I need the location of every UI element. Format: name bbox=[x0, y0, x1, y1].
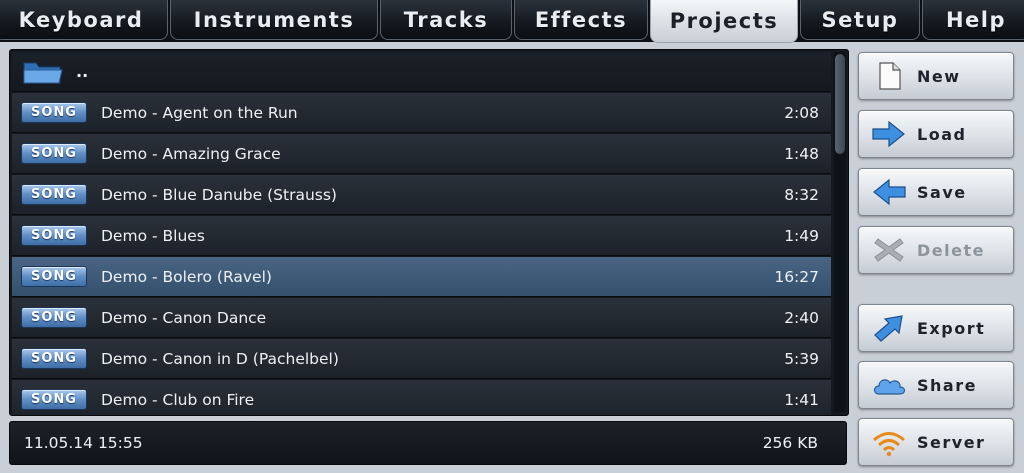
tab-tracks[interactable]: Tracks bbox=[380, 0, 512, 40]
file-info-bar: 11.05.14 15:55 256 KB bbox=[9, 421, 847, 465]
file-datetime: 11.05.14 15:55 bbox=[24, 434, 143, 452]
list-item[interactable]: SONG Demo - Blues 1:49 bbox=[12, 216, 831, 256]
parent-folder-label: .. bbox=[76, 62, 89, 81]
export-button-label: Export bbox=[917, 318, 986, 338]
wifi-icon bbox=[873, 432, 905, 457]
tab-effects[interactable]: Effects bbox=[514, 0, 648, 40]
list-item-name: Demo - Amazing Grace bbox=[101, 144, 281, 163]
tab-bar: Keyboard Instruments Tracks Effects Proj… bbox=[0, 0, 1024, 43]
cloud-icon bbox=[873, 379, 906, 395]
arrow-left-icon bbox=[873, 178, 906, 206]
tab-keyboard[interactable]: Keyboard bbox=[0, 0, 168, 40]
list-item-duration: 8:32 bbox=[784, 185, 819, 204]
list-item-name: Demo - Agent on the Run bbox=[101, 103, 298, 122]
list-item-duration: 1:49 bbox=[784, 226, 819, 245]
delete-button[interactable]: Delete bbox=[858, 226, 1014, 274]
tab-setup[interactable]: Setup bbox=[800, 0, 920, 40]
song-badge-icon: SONG bbox=[21, 143, 87, 164]
song-badge-icon: SONG bbox=[21, 389, 87, 410]
list-item-name: Demo - Blues bbox=[101, 226, 205, 245]
song-badge-icon: SONG bbox=[21, 102, 87, 123]
server-button-label: Server bbox=[917, 432, 986, 452]
save-button[interactable]: Save bbox=[858, 168, 1014, 216]
load-button-label: Load bbox=[917, 124, 967, 144]
list-item-duration: 5:39 bbox=[784, 349, 819, 368]
list-item[interactable]: SONG Demo - Club on Fire 1:41 bbox=[12, 380, 831, 415]
new-button-label: New bbox=[917, 66, 961, 86]
folder-icon bbox=[23, 62, 63, 83]
new-button[interactable]: New bbox=[858, 52, 1014, 100]
list-item[interactable]: SONG Demo - Canon Dance 2:40 bbox=[12, 298, 831, 338]
list-item-name: Demo - Club on Fire bbox=[101, 390, 255, 409]
list-item-duration: 16:27 bbox=[774, 267, 819, 286]
tab-instruments[interactable]: Instruments bbox=[170, 0, 378, 40]
new-document-icon bbox=[879, 62, 901, 90]
list-item-duration: 1:48 bbox=[784, 144, 819, 163]
song-badge-icon: SONG bbox=[21, 266, 87, 287]
arrow-right-icon bbox=[872, 120, 905, 148]
list-item[interactable]: SONG Demo - Blue Danube (Strauss) 8:32 bbox=[12, 175, 831, 215]
save-button-label: Save bbox=[917, 182, 967, 202]
list-item[interactable]: SONG Demo - Amazing Grace 1:48 bbox=[12, 134, 831, 174]
list-scrollbar[interactable] bbox=[834, 52, 846, 412]
list-item-name: Demo - Bolero (Ravel) bbox=[101, 267, 272, 286]
load-button[interactable]: Load bbox=[858, 110, 1014, 158]
tab-help[interactable]: Help bbox=[922, 0, 1024, 40]
parent-folder-row[interactable]: .. bbox=[12, 52, 831, 92]
project-file-list[interactable]: .. SONG Demo - Agent on the Run 2:08 SON… bbox=[9, 49, 849, 416]
song-badge-icon: SONG bbox=[21, 225, 87, 246]
scrollbar-thumb[interactable] bbox=[835, 54, 845, 154]
list-item-name: Demo - Canon Dance bbox=[101, 308, 267, 327]
list-item-duration: 2:40 bbox=[784, 308, 819, 327]
file-size: 256 KB bbox=[762, 434, 818, 452]
list-item[interactable]: SONG Demo - Agent on the Run 2:08 bbox=[12, 93, 831, 133]
song-badge-icon: SONG bbox=[21, 184, 87, 205]
x-icon bbox=[874, 238, 904, 262]
list-item[interactable]: SONG Demo - Canon in D (Pachelbel) 5:39 bbox=[12, 339, 831, 379]
list-item-duration: 1:41 bbox=[784, 390, 819, 409]
export-button[interactable]: Export bbox=[858, 304, 1014, 352]
delete-button-label: Delete bbox=[917, 240, 985, 260]
list-item-name: Demo - Blue Danube (Strauss) bbox=[101, 185, 337, 204]
share-button-label: Share bbox=[917, 375, 977, 395]
list-item-duration: 2:08 bbox=[784, 103, 819, 122]
list-item-name: Demo - Canon in D (Pachelbel) bbox=[101, 349, 339, 368]
arrow-up-right-icon bbox=[874, 315, 903, 342]
share-button[interactable]: Share bbox=[858, 361, 1014, 409]
server-button[interactable]: Server bbox=[858, 418, 1014, 466]
tab-projects[interactable]: Projects bbox=[650, 0, 798, 43]
song-badge-icon: SONG bbox=[21, 348, 87, 369]
list-item-selected[interactable]: SONG Demo - Bolero (Ravel) 16:27 bbox=[12, 257, 831, 297]
song-badge-icon: SONG bbox=[21, 307, 87, 328]
